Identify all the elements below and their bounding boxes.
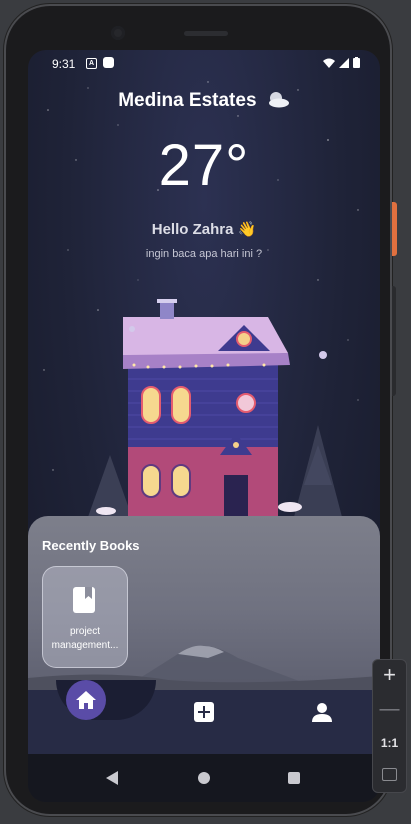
earpiece bbox=[184, 31, 228, 36]
recent-books-sheet: Recently Books project management... bbox=[28, 516, 380, 692]
front-camera bbox=[111, 26, 125, 40]
location-title: Medina Estates bbox=[28, 90, 380, 112]
book-card[interactable]: project management... bbox=[42, 566, 128, 668]
reading-prompt: ingin baca apa hari ini ? bbox=[145, 248, 263, 260]
location-name: Medina Estates bbox=[118, 90, 257, 111]
book-title: project management... bbox=[51, 626, 119, 651]
home-circle-icon[interactable] bbox=[198, 772, 210, 784]
wifi-icon bbox=[323, 58, 335, 68]
recent-books-title: Recently Books bbox=[42, 538, 140, 553]
back-icon[interactable] bbox=[106, 771, 118, 785]
emulator-zoom-panel: + — 1:1 bbox=[372, 659, 407, 793]
zoom-in-button[interactable]: + bbox=[373, 662, 406, 688]
notification-app-icon bbox=[103, 57, 114, 68]
status-bar: 9:31 A bbox=[28, 50, 380, 76]
signal-icon bbox=[339, 57, 349, 68]
home-icon bbox=[76, 691, 96, 709]
nav-add-button[interactable] bbox=[194, 702, 214, 727]
night-cloud-icon bbox=[268, 92, 289, 108]
add-icon bbox=[194, 702, 214, 722]
system-nav-bar bbox=[28, 754, 380, 802]
zoom-ratio-button[interactable]: 1:1 bbox=[373, 736, 406, 750]
temperature: 27° bbox=[158, 133, 250, 198]
book-icon bbox=[73, 587, 95, 613]
recents-square-icon[interactable] bbox=[288, 772, 300, 784]
nav-profile-button[interactable] bbox=[312, 702, 332, 727]
house-illustration bbox=[88, 299, 342, 519]
power-button[interactable] bbox=[392, 202, 397, 256]
bottom-nav bbox=[28, 680, 380, 754]
nav-home-button[interactable] bbox=[66, 680, 106, 720]
notification-a-icon: A bbox=[86, 58, 97, 69]
fit-screen-icon[interactable] bbox=[382, 768, 397, 781]
person-icon bbox=[312, 703, 332, 722]
zoom-out-button[interactable]: — bbox=[373, 698, 406, 721]
app-screen: 9:31 A Medina Estates 27° Hello Zahra 👋 … bbox=[28, 50, 380, 802]
volume-button[interactable] bbox=[392, 286, 396, 396]
battery-icon bbox=[353, 57, 360, 68]
status-time: 9:31 bbox=[52, 57, 76, 71]
greeting-text: Hello Zahra 👋 bbox=[151, 221, 257, 238]
